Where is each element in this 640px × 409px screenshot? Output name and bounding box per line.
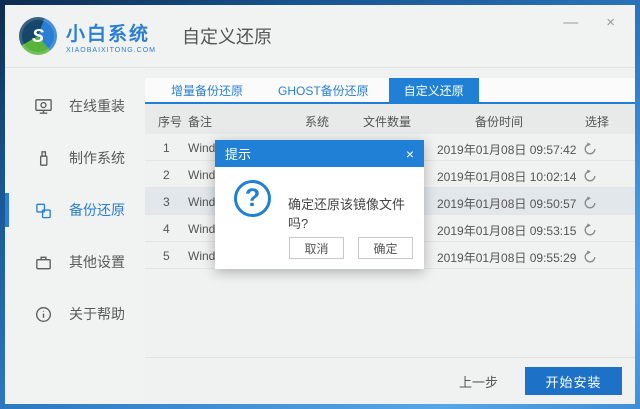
tab-ghost-backup-restore[interactable]: GHOST备份还原 xyxy=(263,78,384,102)
dialog-close-icon[interactable]: × xyxy=(406,146,414,162)
dialog-titlebar: 提示 × xyxy=(215,140,424,167)
dialog-message: 确定还原该镜像文件吗? xyxy=(288,197,406,231)
row-number: 3 xyxy=(163,195,170,209)
close-icon[interactable]: × xyxy=(606,15,615,30)
row-remark: Wind xyxy=(188,168,216,182)
sidebar-item-label: 其他设置 xyxy=(69,254,125,270)
footer-bar: 上一步 开始安装 xyxy=(145,357,635,404)
row-number: 1 xyxy=(163,141,170,155)
brand-text: 小白系统 XIAOBAIXITONG.COM xyxy=(66,19,156,54)
row-backup-time: 2019年01月08日 09:50:57 xyxy=(437,197,577,211)
confirm-button[interactable]: 确定 xyxy=(358,237,413,259)
row-remark: Wind xyxy=(188,249,216,263)
minimize-icon[interactable]: — xyxy=(563,15,578,30)
sidebar: 在线重装 制作系统 备份还原 其他设置 关于帮助 xyxy=(5,68,145,404)
column-header-backup-time: 备份时间 xyxy=(475,115,524,129)
sidebar-item-make-system[interactable]: 制作系统 xyxy=(5,132,145,184)
window-controls: — × xyxy=(563,15,615,30)
tab-bar: 增量备份还原 GHOST备份还原 自定义还原 xyxy=(145,78,635,104)
monitor-icon xyxy=(34,97,53,116)
backup-restore-icon xyxy=(34,201,53,220)
dialog-buttons: 取消 确定 xyxy=(289,237,413,259)
brand-domain: XIAOBAIXITONG.COM xyxy=(66,46,156,54)
restore-icon[interactable] xyxy=(582,222,598,238)
sidebar-item-other-settings[interactable]: 其他设置 xyxy=(5,236,145,288)
row-number: 4 xyxy=(163,222,170,236)
row-backup-time: 2019年01月08日 09:53:15 xyxy=(437,224,577,238)
logo-letter: S xyxy=(31,25,44,46)
row-remark: Wind xyxy=(188,195,216,209)
dialog-title: 提示 xyxy=(225,147,252,162)
restore-icon[interactable] xyxy=(582,249,598,265)
row-remark: Wind xyxy=(188,141,216,155)
table-header: 序号 备注 系统 文件数量 备份时间 选择 xyxy=(145,104,635,134)
restore-icon[interactable] xyxy=(582,168,598,184)
page-title: 自定义还原 xyxy=(182,27,272,47)
row-backup-time: 2019年01月08日 09:57:42 xyxy=(437,143,577,157)
titlebar: S 小白系统 XIAOBAIXITONG.COM 自定义还原 — × xyxy=(5,5,635,68)
sidebar-item-label: 备份还原 xyxy=(69,202,125,218)
column-header-no: 序号 xyxy=(158,115,183,129)
row-number: 5 xyxy=(163,249,170,263)
info-icon xyxy=(34,305,53,324)
column-header-remark: 备注 xyxy=(188,115,213,129)
usb-icon xyxy=(34,149,53,168)
brand-name: 小白系统 xyxy=(66,23,151,45)
app-logo: S xyxy=(19,17,57,55)
cancel-button[interactable]: 取消 xyxy=(289,237,344,259)
briefcase-icon xyxy=(34,253,53,272)
tab-incremental-backup-restore[interactable]: 增量备份还原 xyxy=(156,78,258,102)
column-header-file-count: 文件数量 xyxy=(363,115,412,129)
confirm-restore-dialog: 提示 × ? 确定还原该镜像文件吗? 取消 确定 xyxy=(215,140,424,269)
sidebar-item-label: 关于帮助 xyxy=(69,306,125,322)
row-backup-time: 2019年01月08日 10:02:14 xyxy=(437,170,577,184)
tab-custom-restore[interactable]: 自定义还原 xyxy=(388,78,479,102)
question-icon: ? xyxy=(234,180,271,217)
sidebar-item-label: 制作系统 xyxy=(69,150,125,166)
start-install-button[interactable]: 开始安装 xyxy=(525,367,622,395)
sidebar-item-label: 在线重装 xyxy=(69,98,125,114)
column-header-system: 系统 xyxy=(305,115,330,129)
dialog-body: ? 确定还原该镜像文件吗? 取消 确定 xyxy=(215,167,424,269)
restore-icon[interactable] xyxy=(582,141,598,157)
row-remark: Wind xyxy=(188,222,216,236)
column-header-select: 选择 xyxy=(585,115,610,129)
restore-icon[interactable] xyxy=(582,195,598,211)
previous-step-button[interactable]: 上一步 xyxy=(459,372,498,391)
row-backup-time: 2019年01月08日 09:55:29 xyxy=(437,251,577,265)
sidebar-item-backup-restore[interactable]: 备份还原 xyxy=(5,184,145,236)
sidebar-item-about-help[interactable]: 关于帮助 xyxy=(5,288,145,340)
sidebar-item-online-reinstall[interactable]: 在线重装 xyxy=(5,80,145,132)
row-number: 2 xyxy=(163,168,170,182)
app-window: S 小白系统 XIAOBAIXITONG.COM 自定义还原 — × 在线重装 xyxy=(5,5,635,404)
